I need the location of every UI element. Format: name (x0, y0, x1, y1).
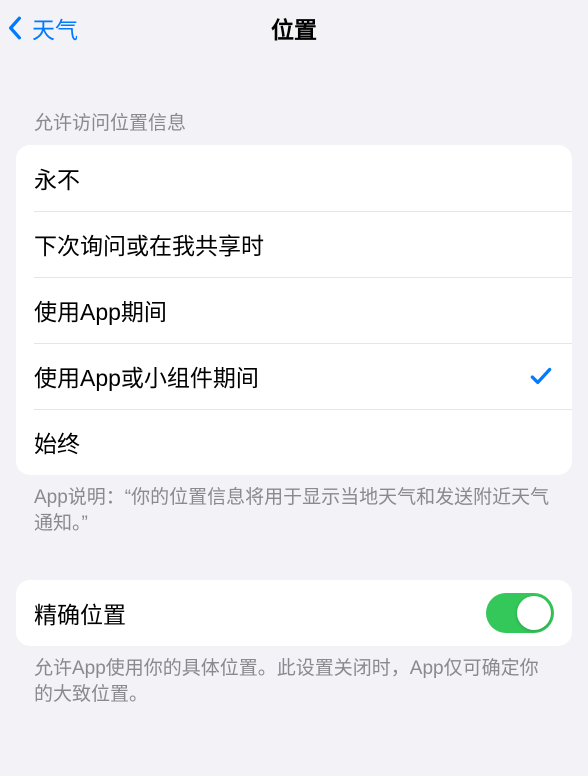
precise-location-row[interactable]: 精确位置 (16, 580, 572, 646)
precise-location-toggle[interactable] (486, 593, 554, 633)
precise-location-group: 精确位置 (16, 580, 572, 646)
checkmark-icon (528, 363, 554, 389)
option-while-using-app-or-widgets[interactable]: 使用App或小组件期间 (16, 343, 572, 409)
chevron-left-icon (8, 14, 26, 42)
option-label: 始终 (34, 425, 554, 459)
navigation-bar: 天气 位置 (0, 0, 588, 56)
toggle-knob (517, 596, 551, 630)
back-button[interactable]: 天气 (0, 11, 78, 45)
option-never[interactable]: 永不 (16, 145, 572, 211)
option-ask-next-time[interactable]: 下次询问或在我共享时 (16, 211, 572, 277)
option-label: 永不 (34, 161, 554, 195)
section-header-location-access: 允许访问位置信息 (0, 56, 588, 145)
option-label: 使用App期间 (34, 293, 554, 327)
page-title: 位置 (0, 11, 588, 45)
option-while-using-app[interactable]: 使用App期间 (16, 277, 572, 343)
option-always[interactable]: 始终 (16, 409, 572, 475)
option-label: 使用App或小组件期间 (34, 359, 528, 393)
option-label: 下次询问或在我共享时 (34, 227, 554, 261)
section-footer-app-explanation: App说明：“你的位置信息将用于显示当地天气和发送附近天气通知。” (0, 475, 588, 536)
section-footer-precise-explanation: 允许App使用你的具体位置。此设置关闭时，App仅可确定你的大致位置。 (0, 646, 588, 707)
precise-location-label: 精确位置 (34, 596, 486, 630)
location-access-group: 永不 下次询问或在我共享时 使用App期间 使用App或小组件期间 始终 (16, 145, 572, 475)
back-label: 天气 (32, 11, 78, 45)
